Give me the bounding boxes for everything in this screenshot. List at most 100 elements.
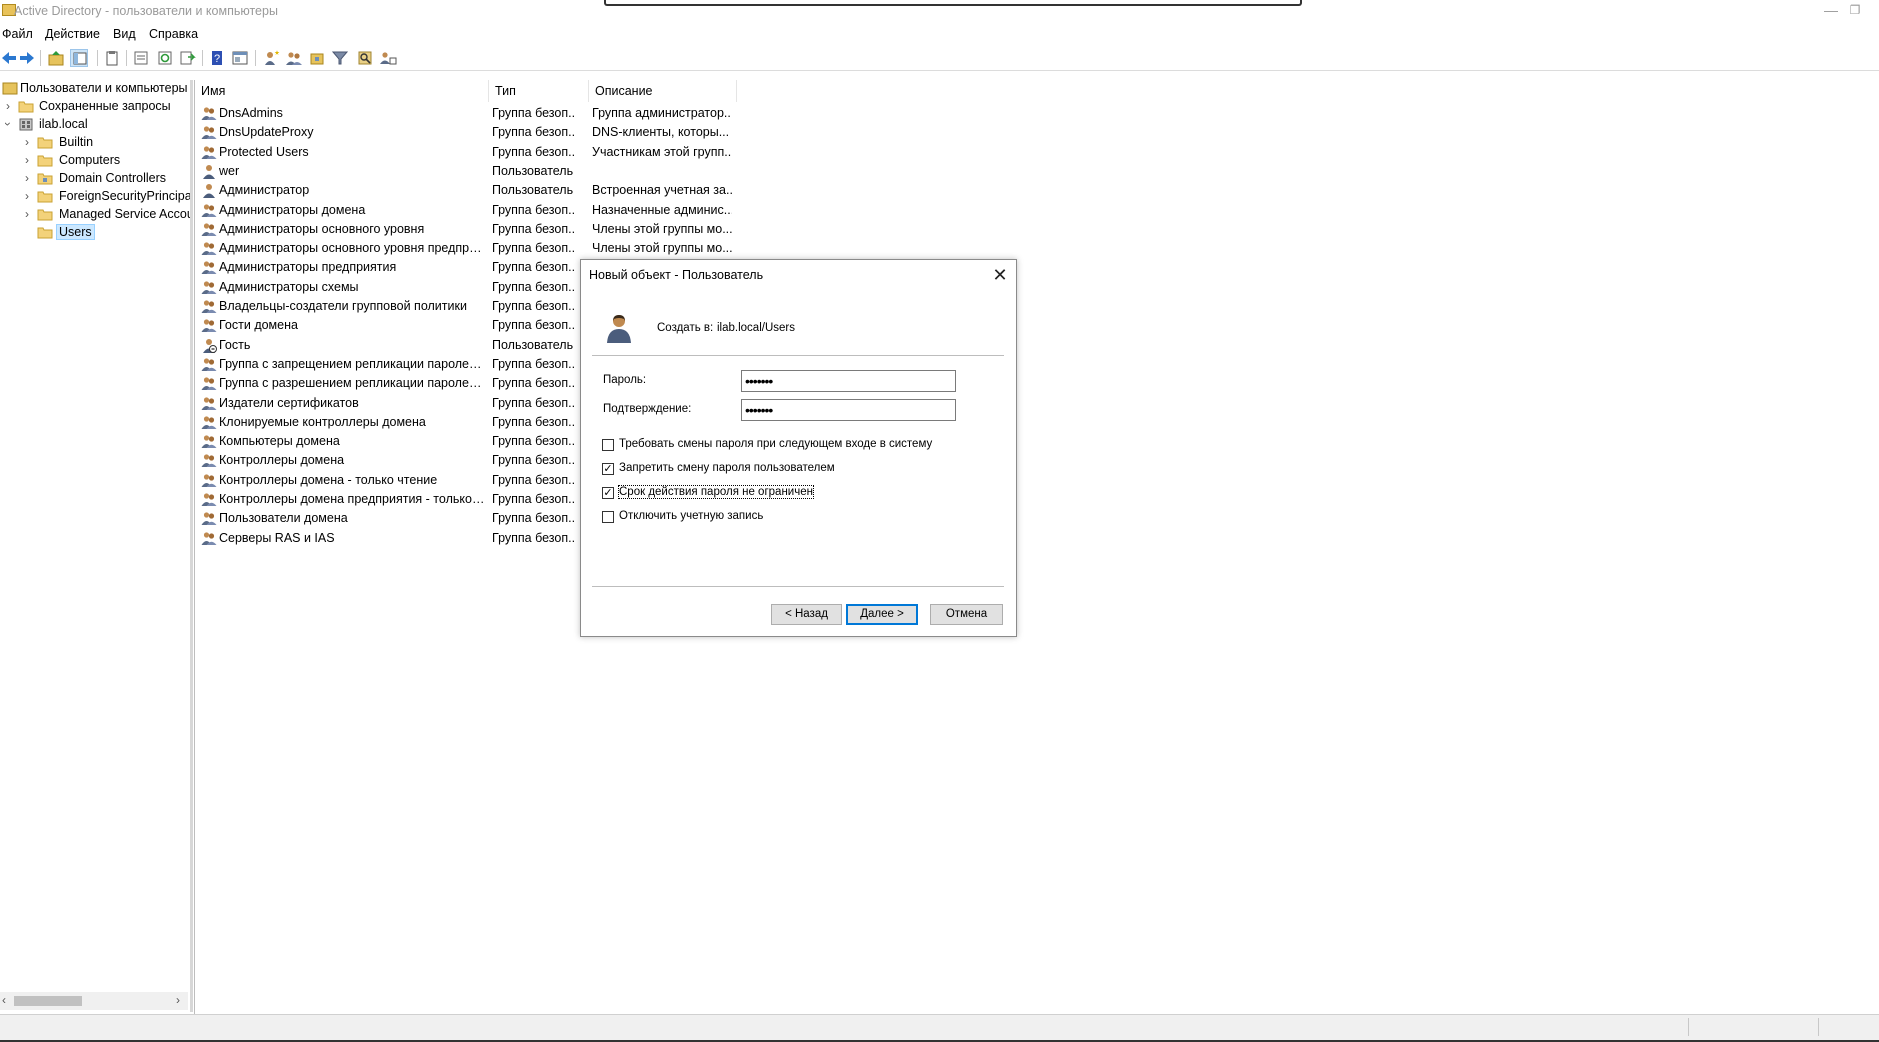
cell-name: Гости домена (219, 318, 298, 333)
cell-name: Пользователи домена (219, 511, 348, 526)
folder-icon (37, 153, 53, 167)
cancel-button[interactable]: Отмена (930, 604, 1003, 625)
remote-session-bar[interactable] (604, 0, 1302, 6)
checkmark-icon[interactable]: ✓ (602, 487, 614, 499)
checkbox-box[interactable] (602, 511, 614, 523)
scroll-left-icon[interactable]: ‹ (2, 993, 6, 1007)
cell-name: Группа с разрешением репликации паролей … (219, 376, 485, 391)
window-title-bar: Active Directory - пользователи и компью… (0, 0, 1879, 22)
menu-help[interactable]: Справка (149, 27, 198, 41)
add-to-group-icon[interactable] (379, 49, 397, 67)
new-user-icon[interactable] (262, 49, 280, 67)
group-icon (201, 124, 217, 140)
chevron-right-icon[interactable]: › (21, 208, 33, 220)
group-icon (201, 510, 217, 526)
list-item[interactable]: Protected Users Группа безоп... Участникам… (195, 143, 735, 162)
group-icon (201, 530, 217, 546)
password-field[interactable]: ••••••• (741, 370, 956, 392)
confirm-password-field[interactable]: ••••••• (741, 399, 956, 421)
menu-action[interactable]: Действие (45, 27, 100, 41)
cell-type: Группа безоп... (492, 221, 576, 236)
list-item[interactable]: Администраторы основного уровня Группа бе… (195, 220, 735, 239)
group-icon (201, 105, 217, 121)
chevron-right-icon[interactable]: › (21, 172, 33, 184)
chevron-right-icon[interactable]: › (2, 100, 14, 112)
menu-bar: Файл Действие Вид Справка (0, 24, 1879, 44)
cell-type: Группа безоп... (492, 144, 576, 159)
checkbox-box[interactable] (602, 439, 614, 451)
group-icon (201, 375, 217, 391)
properties-icon[interactable] (132, 49, 150, 67)
group-icon (201, 317, 217, 333)
cell-name: Администратор (219, 183, 310, 198)
back-button[interactable]: < Назад (771, 604, 842, 625)
tree-horizontal-scrollbar[interactable]: ‹ › (0, 992, 188, 1010)
close-icon[interactable]: ✕ (989, 264, 1011, 286)
list-item[interactable]: DnsUpdateProxy Группа безоп... DNS-клиенты… (195, 123, 735, 142)
new-ou-icon[interactable] (308, 49, 326, 67)
group-icon (201, 259, 217, 275)
folder-icon (37, 225, 53, 239)
console-icon[interactable] (231, 49, 249, 67)
chevron-right-icon[interactable]: › (21, 190, 33, 202)
divider (592, 586, 1004, 587)
export-icon[interactable] (178, 49, 196, 67)
cell-type: Группа безоп... (492, 202, 576, 217)
divider (592, 355, 1004, 356)
group-icon (201, 452, 217, 468)
cell-description: Группа администратор... (592, 106, 732, 120)
user-icon (605, 312, 633, 344)
list-item[interactable]: wer Пользователь (195, 162, 735, 181)
svg-text:?: ? (214, 53, 220, 65)
new-group-icon[interactable] (285, 49, 303, 67)
group-icon (201, 144, 217, 160)
restore-button[interactable]: ❐ (1832, 0, 1878, 22)
tree-selected-label: Users (56, 224, 95, 240)
list-item[interactable]: Администраторы домена Группа безоп... Назн… (195, 201, 735, 220)
cell-name: Контроллеры домена (219, 453, 345, 468)
list-item[interactable]: Администратор Пользователь Встроенная учет… (195, 181, 735, 200)
cell-name: Контроллеры домена - только чтение (219, 472, 438, 487)
find-icon[interactable] (356, 49, 374, 67)
cell-type: Группа безоп... (492, 299, 576, 313)
filter-icon[interactable] (331, 49, 349, 67)
show-tree-icon[interactable] (70, 49, 88, 67)
object-list: Имя Тип Описание DnsAdmins Группа безоп..… (194, 80, 1879, 1014)
chevron-right-icon[interactable]: › (21, 136, 33, 148)
folder-icon (37, 135, 53, 149)
forward-icon[interactable] (18, 49, 36, 67)
chevron-right-icon[interactable]: › (21, 154, 33, 166)
cell-type: Группа безоп... (492, 106, 576, 120)
cell-name: wer (219, 163, 240, 178)
scroll-right-icon[interactable]: › (176, 993, 180, 1007)
scrollbar-thumb[interactable] (14, 996, 82, 1006)
cell-type: Группа безоп... (492, 260, 576, 275)
cell-name: Администраторы основного уровня предприя… (219, 241, 485, 256)
group-icon (201, 414, 217, 430)
column-header-description[interactable]: Описание (589, 80, 737, 102)
folder-icon (18, 99, 34, 113)
list-item[interactable]: Администраторы основного уровня предприя… (195, 239, 735, 258)
cell-name: DnsAdmins (219, 106, 283, 120)
column-header-type[interactable]: Тип (489, 80, 589, 102)
dialog-title: Новый объект - Пользователь (589, 268, 764, 282)
checkmark-icon[interactable]: ✓ (602, 463, 614, 475)
refresh-icon[interactable] (156, 49, 174, 67)
chevron-down-icon[interactable]: › (1, 118, 15, 130)
cell-type: Группа безоп... (492, 472, 576, 487)
list-item[interactable]: DnsAdmins Группа безоп... Группа администр… (195, 104, 735, 123)
column-header-name[interactable]: Имя (195, 80, 489, 102)
next-button[interactable]: Далее > (846, 604, 918, 625)
cell-description: Члены этой группы мо... (592, 221, 732, 236)
menu-view[interactable]: Вид (113, 27, 136, 41)
back-icon[interactable] (0, 49, 18, 67)
cell-type: Группа безоп... (492, 453, 576, 468)
clipboard-icon[interactable] (103, 49, 121, 67)
domain-icon (18, 117, 34, 131)
menu-file[interactable]: Файл (2, 27, 33, 41)
group-icon (201, 240, 217, 256)
cell-name: Администраторы домена (219, 202, 366, 217)
up-folder-icon[interactable] (47, 49, 65, 67)
help-icon[interactable]: ? (208, 49, 226, 67)
group-icon (201, 433, 217, 449)
